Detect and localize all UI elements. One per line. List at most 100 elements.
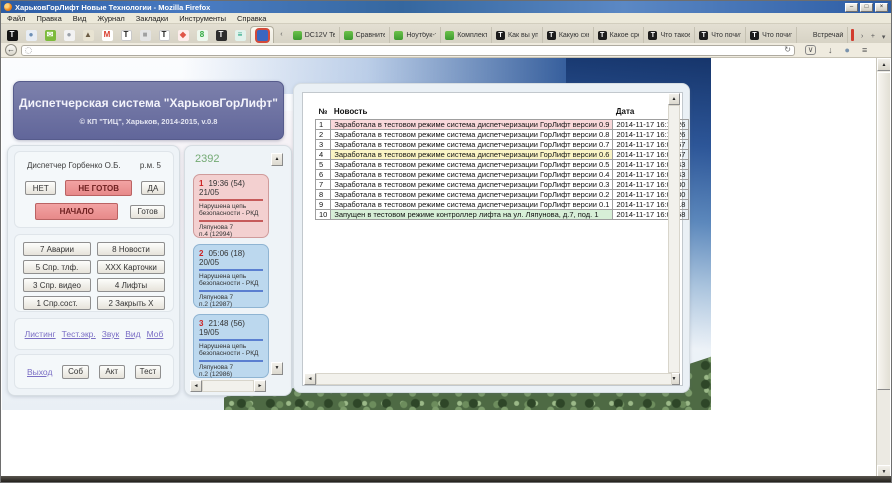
start-button[interactable]: НАЧАЛО (35, 203, 118, 220)
tab[interactable]: Комплект н (441, 27, 492, 43)
tab[interactable]: Как вы упр (492, 27, 543, 43)
news-row[interactable]: 10 Запущен в тестовом режиме контроллер … (316, 209, 689, 219)
pocket-icon[interactable]: ∨ (805, 45, 816, 55)
pinned-tab[interactable]: ● (60, 27, 78, 43)
scrollbar-track[interactable] (877, 71, 890, 465)
mobile-link[interactable]: Моб (147, 329, 164, 339)
maximize-button[interactable]: □ (860, 3, 873, 12)
tab[interactable]: Ноутбук-тр (390, 27, 441, 43)
scrollbar-thumb[interactable] (877, 72, 890, 390)
test-button[interactable]: Тест (135, 365, 161, 379)
menu-help[interactable]: Справка (237, 14, 266, 23)
events-button[interactable]: Соб (62, 365, 88, 379)
yes-button[interactable]: ДА (141, 181, 165, 195)
news-button[interactable]: 8 Новости (97, 242, 165, 256)
pinned-tab[interactable]: ◆ (174, 27, 192, 43)
vertical-scrollbar[interactable]: ▲ ▼ (668, 93, 680, 385)
browser-scrollbar[interactable]: ▲ ▼ (876, 58, 890, 478)
scrollbar-track[interactable] (202, 380, 254, 392)
new-tab-button[interactable]: + (868, 30, 879, 43)
menu-bookmarks[interactable]: Закладки (136, 14, 168, 23)
test-screen-link[interactable]: Тест.экр. (62, 329, 96, 339)
scroll-right-button[interactable]: ► (254, 380, 266, 392)
horizontal-scrollbar[interactable]: ◄ (304, 373, 672, 385)
scroll-up-button[interactable]: ▲ (668, 93, 680, 105)
news-row[interactable]: 6 Заработала в тестовом режиме система д… (316, 169, 689, 179)
alarm-card[interactable]: 321:48 (56) 19/05 Нарушена цепь безопасн… (193, 314, 269, 378)
pinned-tab[interactable]: ▲ (79, 27, 97, 43)
tab-list-button[interactable]: ▾ (878, 30, 889, 43)
news-row[interactable]: 8 Заработала в тестовом режиме система д… (316, 189, 689, 199)
pinned-tab[interactable]: T (155, 27, 173, 43)
scroll-left-button[interactable]: ◄ (304, 373, 316, 385)
pinned-tab[interactable]: ■ (136, 27, 154, 43)
status-directory-button[interactable]: 1 Спр.сост. (23, 296, 91, 310)
not-ready-button[interactable]: НЕ ГОТОВ (65, 180, 131, 196)
listing-link[interactable]: Листинг (25, 329, 56, 339)
pinned-tab[interactable]: 8 (193, 27, 211, 43)
tab[interactable]: Что почита (746, 27, 797, 43)
pinned-tab[interactable]: ✉ (41, 27, 59, 43)
news-row[interactable]: 3 Заработала в тестовом режиме система д… (316, 139, 689, 149)
scroll-tabs-left-button[interactable]: ‹ (276, 28, 287, 41)
phone-directory-button[interactable]: 5 Спр. тлф. (23, 260, 91, 274)
news-row[interactable]: 4 Заработала в тестовом режиме система д… (316, 149, 689, 159)
tab[interactable]: DC12V Tesl (289, 27, 340, 43)
act-button[interactable]: Акт (99, 365, 125, 379)
sound-link[interactable]: Звук (102, 329, 119, 339)
tab[interactable]: Встречайте UN (797, 27, 848, 43)
tab[interactable]: Что такое Г (644, 27, 695, 43)
active-tab[interactable]: ■ (250, 26, 274, 43)
menu-view[interactable]: Вид (73, 14, 87, 23)
news-row[interactable]: 7 Заработала в тестовом режиме система д… (316, 179, 689, 189)
pinned-tab[interactable]: ● (22, 27, 40, 43)
hamburger-menu-icon[interactable]: ≡ (862, 46, 867, 55)
news-row[interactable]: 9 Заработала в тестовом режиме система д… (316, 199, 689, 209)
news-num: 5 (316, 159, 331, 169)
url-input[interactable] (32, 46, 784, 55)
menu-tools[interactable]: Инструменты (179, 14, 226, 23)
tab[interactable]: Какое сред (594, 27, 645, 43)
scrollbar-track[interactable] (668, 105, 680, 373)
cards-button[interactable]: ХХХ Карточки (97, 260, 165, 274)
scrollbar-track[interactable] (316, 373, 672, 385)
exit-link[interactable]: Выход (27, 367, 52, 377)
scroll-down-button[interactable]: ▼ (271, 362, 283, 375)
alarm-card[interactable]: 119:36 (54) 21/05 Нарушена цепь безопасн… (193, 174, 269, 238)
alarms-button[interactable]: 7 Аварии (23, 242, 91, 256)
close-x-button[interactable]: 2 Закрыть Х (97, 296, 165, 310)
scroll-tabs-right-button[interactable]: › (857, 30, 868, 43)
tab[interactable]: Что почита (695, 27, 746, 43)
back-button[interactable]: ← (5, 44, 17, 56)
menu-edit[interactable]: Правка (36, 14, 61, 23)
lifts-button[interactable]: 4 Лифты (97, 278, 165, 292)
scroll-up-button[interactable]: ▲ (877, 58, 890, 71)
scroll-left-button[interactable]: ◄ (190, 380, 202, 392)
alarm-card[interactable]: 205:06 (18) 20/05 Нарушена цепь безопасн… (193, 244, 269, 308)
downloads-icon[interactable]: ↓ (828, 46, 833, 55)
close-button[interactable]: × (875, 3, 888, 12)
globe-icon[interactable]: ● (845, 46, 850, 55)
pinned-tab[interactable]: T (212, 27, 230, 43)
alarm-number: 1 (199, 179, 203, 188)
video-directory-button[interactable]: 3 Спр. видео (23, 278, 91, 292)
site-favicon: ■ (140, 30, 151, 41)
scroll-up-button[interactable]: ▲ (271, 153, 283, 166)
minimize-button[interactable]: – (845, 3, 858, 12)
news-row[interactable]: 1 Заработала в тестовом режиме система д… (316, 119, 689, 129)
no-button[interactable]: НЕТ (25, 181, 56, 195)
pinned-tab[interactable]: ≡ (231, 27, 249, 43)
menu-history[interactable]: Журнал (97, 14, 124, 23)
tab[interactable]: Сравнител (340, 27, 391, 43)
horizontal-scrollbar[interactable]: ◄ ► (190, 380, 266, 392)
pinned-tab[interactable]: M (98, 27, 116, 43)
reload-icon[interactable]: ↻ (784, 46, 791, 54)
pinned-tab[interactable]: T (3, 27, 21, 43)
ready-button[interactable]: Готов (130, 205, 165, 219)
pinned-tab[interactable]: T (117, 27, 135, 43)
news-row[interactable]: 5 Заработала в тестовом режиме система д… (316, 159, 689, 169)
view-link[interactable]: Вид (125, 329, 140, 339)
menu-file[interactable]: Файл (7, 14, 25, 23)
news-row[interactable]: 2 Заработала в тестовом режиме система д… (316, 129, 689, 139)
tab[interactable]: Какую схе (543, 27, 594, 43)
